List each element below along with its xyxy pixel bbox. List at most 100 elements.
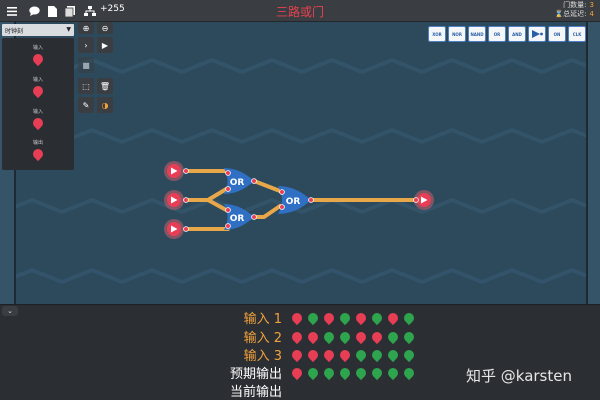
truth-row-label-input-3: 输入 3 [243, 349, 282, 364]
clock-icon: CLK [572, 31, 582, 37]
input-pin-3[interactable] [164, 219, 189, 239]
play-icon: ▶ [101, 40, 109, 50]
truth-dot-on [369, 347, 385, 363]
truth-dot-on [401, 347, 417, 363]
truth-row-expected [289, 365, 417, 381]
not-gate-icon [532, 30, 543, 38]
wire [252, 179, 282, 193]
truth-dot-on [353, 347, 369, 363]
stop-icon: ■ [82, 60, 90, 70]
truth-dot-off [289, 347, 305, 363]
truth-dot-on [385, 347, 401, 363]
dropdown-value: 时钟刻 [5, 28, 24, 35]
or-gate-icon: OR [493, 31, 501, 37]
palette-not-gate[interactable] [528, 26, 546, 42]
pin-label: 输入 [32, 45, 43, 51]
palette-or-gate[interactable]: OR [488, 26, 506, 42]
truth-dot-on [353, 365, 369, 381]
pencil-icon: ✎ [82, 100, 90, 110]
truth-dot-off [305, 329, 321, 345]
input-pin-1[interactable] [164, 161, 189, 181]
output-pin[interactable] [413, 190, 434, 210]
zoom-out-icon: ⊖ [101, 23, 109, 33]
truth-dot-on [401, 310, 417, 326]
chevron-right-icon: › [84, 40, 88, 50]
truth-dot-on [337, 365, 353, 381]
gate-palette: XOR NOR NAND OR AND ON CLK [428, 26, 586, 42]
truth-row-input-1 [289, 310, 417, 326]
truth-dot-on [401, 329, 417, 345]
palette-nand-gate[interactable]: NAND [468, 26, 486, 42]
truth-dot-on [305, 365, 321, 381]
truth-dot-on [369, 310, 385, 326]
palette-and-gate[interactable]: AND [508, 26, 526, 42]
gate-label: OR [286, 197, 301, 207]
xor-gate-icon: XOR [432, 31, 442, 37]
nor-gate-icon: NOR [452, 31, 462, 37]
zoom-in-button[interactable]: ⊕ [78, 22, 94, 34]
panel-input-pin-1[interactable]: 输入 [2, 44, 74, 67]
input-pin-2[interactable] [164, 190, 189, 210]
truth-dot-off [369, 329, 385, 345]
component-panel: 输入 输入 输入 输出 [2, 38, 74, 170]
wire [184, 198, 230, 213]
truth-dot-off [321, 310, 337, 326]
pin-label: 输入 [32, 77, 43, 83]
truth-dot-off [289, 329, 305, 345]
watermark: 知乎 @karsten [466, 367, 572, 385]
color-wheel-icon: ◑ [101, 100, 109, 110]
palette-on-switch[interactable]: ON [548, 26, 566, 42]
gate-label: OR [230, 214, 245, 224]
or-gate-3[interactable]: OR [278, 186, 314, 214]
truth-row-label-input-2: 输入 2 [243, 331, 282, 346]
truth-dot-off [289, 310, 305, 326]
palette-xor-gate[interactable]: XOR [428, 26, 446, 42]
truth-dot-off [337, 347, 353, 363]
pin-label: 输出 [32, 140, 43, 146]
pin-drop-icon [30, 146, 46, 162]
nand-gate-icon: NAND [470, 31, 484, 37]
truth-dot-off [321, 347, 337, 363]
truth-row-input-3 [289, 347, 417, 363]
truth-row-label-input-1: 输入 1 [243, 312, 282, 327]
clock-mode-dropdown[interactable]: 时钟刻 ▼ [2, 24, 74, 36]
or-gate-1[interactable]: OR [224, 168, 257, 194]
wire [252, 204, 282, 219]
chevron-down-icon: ⌄ [7, 307, 13, 315]
truth-row-label-expected: 预期输出 [229, 367, 282, 382]
truth-dot-on [337, 310, 353, 326]
truth-dot-on [385, 329, 401, 345]
palette-clock[interactable]: CLK [568, 26, 586, 42]
pin-drop-icon [30, 115, 46, 131]
truth-dot-off [353, 310, 369, 326]
panel-output-pin[interactable]: 输出 [2, 139, 74, 162]
truth-dot-on [401, 365, 417, 381]
panel-input-pin-2[interactable]: 输入 [2, 76, 74, 99]
zoom-in-icon: ⊕ [82, 23, 90, 33]
truth-row-input-2 [289, 329, 417, 345]
panel-input-pin-3[interactable]: 输入 [2, 108, 74, 131]
on-switch-icon: ON [553, 31, 561, 37]
chevron-down-icon: ▼ [66, 26, 71, 33]
pin-drop-icon [30, 51, 46, 67]
and-gate-icon: AND [512, 31, 522, 37]
truth-dot-on [337, 329, 353, 345]
collapse-panel-button[interactable]: ⌄ [2, 306, 18, 316]
truth-dot-off [305, 347, 321, 363]
pin-label: 输入 [32, 109, 43, 115]
zoom-out-button[interactable]: ⊖ [97, 22, 113, 34]
color-button[interactable]: ◑ [97, 97, 113, 113]
or-gate-2[interactable]: OR [224, 204, 257, 230]
select-box-icon: ⬚ [82, 81, 90, 91]
truth-dot-off [353, 329, 369, 345]
truth-dot-on [305, 310, 321, 326]
delete-button[interactable]: 🗑 [97, 78, 113, 94]
stop-button[interactable]: ■ [78, 57, 94, 73]
select-button[interactable]: ⬚ [78, 78, 94, 94]
pin-drop-icon [30, 83, 46, 99]
palette-nor-gate[interactable]: NOR [448, 26, 466, 42]
play-button[interactable]: ▶ [97, 37, 113, 53]
step-button[interactable]: › [78, 37, 94, 53]
pencil-button[interactable]: ✎ [78, 97, 94, 113]
trash-icon: 🗑 [99, 81, 111, 91]
